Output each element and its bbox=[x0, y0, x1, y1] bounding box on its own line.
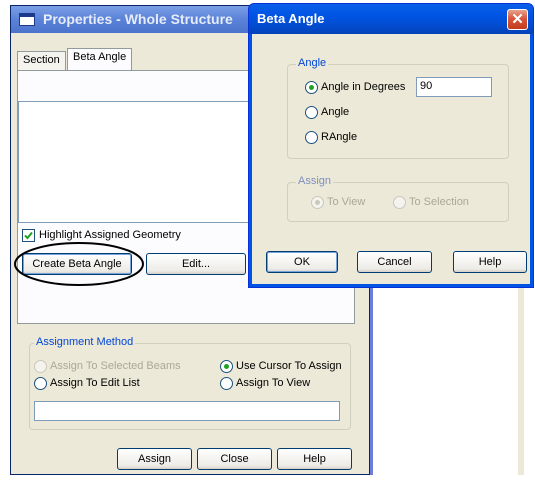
radio-to-view-label: To View bbox=[327, 196, 366, 208]
radio-assign-edit-list[interactable] bbox=[34, 377, 47, 390]
radio-assign-selected-beams bbox=[34, 360, 47, 373]
radio-angle-label: Angle bbox=[321, 106, 350, 118]
radio-assign-edit-list-label: Assign To Edit List bbox=[50, 377, 140, 389]
assign-button[interactable]: Assign bbox=[117, 448, 192, 470]
assignment-method-group: Assignment Method Assign To Selected Bea… bbox=[29, 336, 351, 430]
radio-to-selection-label: To Selection bbox=[409, 196, 469, 208]
beta-angle-dialog: Beta Angle ✕ Angle Angle in Degrees 90 A… bbox=[248, 3, 534, 288]
beta-angle-list[interactable] bbox=[18, 101, 264, 223]
edit-list-field[interactable] bbox=[34, 401, 340, 421]
radio-to-selection bbox=[393, 196, 406, 209]
radio-dot bbox=[309, 85, 314, 90]
radio-assign-view-label: Assign To View bbox=[236, 377, 311, 389]
tab-section[interactable]: Section bbox=[17, 51, 66, 71]
radio-assign-view[interactable] bbox=[220, 377, 233, 390]
tab-beta-angle-label: Beta Angle bbox=[73, 51, 127, 63]
background-scroll-edge bbox=[518, 288, 524, 475]
ellipse-annotation bbox=[14, 242, 144, 286]
radio-dot bbox=[315, 200, 320, 205]
tab-section-label: Section bbox=[23, 54, 60, 66]
ok-button[interactable]: OK bbox=[266, 251, 338, 273]
background-canvas bbox=[370, 288, 518, 475]
radio-to-view bbox=[311, 196, 324, 209]
radio-dot bbox=[224, 364, 229, 369]
angle-group-label: Angle bbox=[296, 57, 329, 69]
radio-use-cursor-label: Use Cursor To Assign bbox=[236, 360, 342, 372]
window-icon bbox=[19, 13, 35, 26]
assign-group-label: Assign bbox=[296, 175, 334, 187]
cancel-button[interactable]: Cancel bbox=[357, 251, 432, 273]
close-button[interactable]: Close bbox=[197, 448, 272, 470]
radio-angle-in-degrees[interactable] bbox=[305, 81, 318, 94]
properties-title: Properties - Whole Structure bbox=[43, 11, 233, 27]
edit-button[interactable]: Edit... bbox=[146, 253, 246, 275]
radio-angle-in-degrees-label: Angle in Degrees bbox=[321, 81, 406, 93]
beta-angle-title-bar[interactable]: Beta Angle bbox=[249, 4, 533, 34]
beta-angle-title: Beta Angle bbox=[257, 11, 325, 26]
degrees-input[interactable]: 90 bbox=[416, 77, 492, 97]
radio-assign-selected-beams-label: Assign To Selected Beams bbox=[50, 360, 181, 372]
assign-group: Assign To View To Selection bbox=[287, 175, 509, 222]
close-icon[interactable]: ✕ bbox=[507, 9, 528, 30]
beta-angle-body: Angle Angle in Degrees 90 Angle RAngle A… bbox=[252, 34, 530, 284]
help-button[interactable]: Help bbox=[453, 251, 527, 273]
radio-rangle-label: RAngle bbox=[321, 131, 358, 143]
tab-beta-angle[interactable]: Beta Angle bbox=[67, 48, 133, 70]
assignment-method-label: Assignment Method bbox=[34, 336, 136, 348]
radio-use-cursor[interactable] bbox=[220, 360, 233, 373]
help-button[interactable]: Help bbox=[277, 448, 352, 470]
radio-angle[interactable] bbox=[305, 106, 318, 119]
radio-rangle[interactable] bbox=[305, 131, 318, 144]
angle-group: Angle Angle in Degrees 90 Angle RAngle bbox=[287, 57, 509, 159]
